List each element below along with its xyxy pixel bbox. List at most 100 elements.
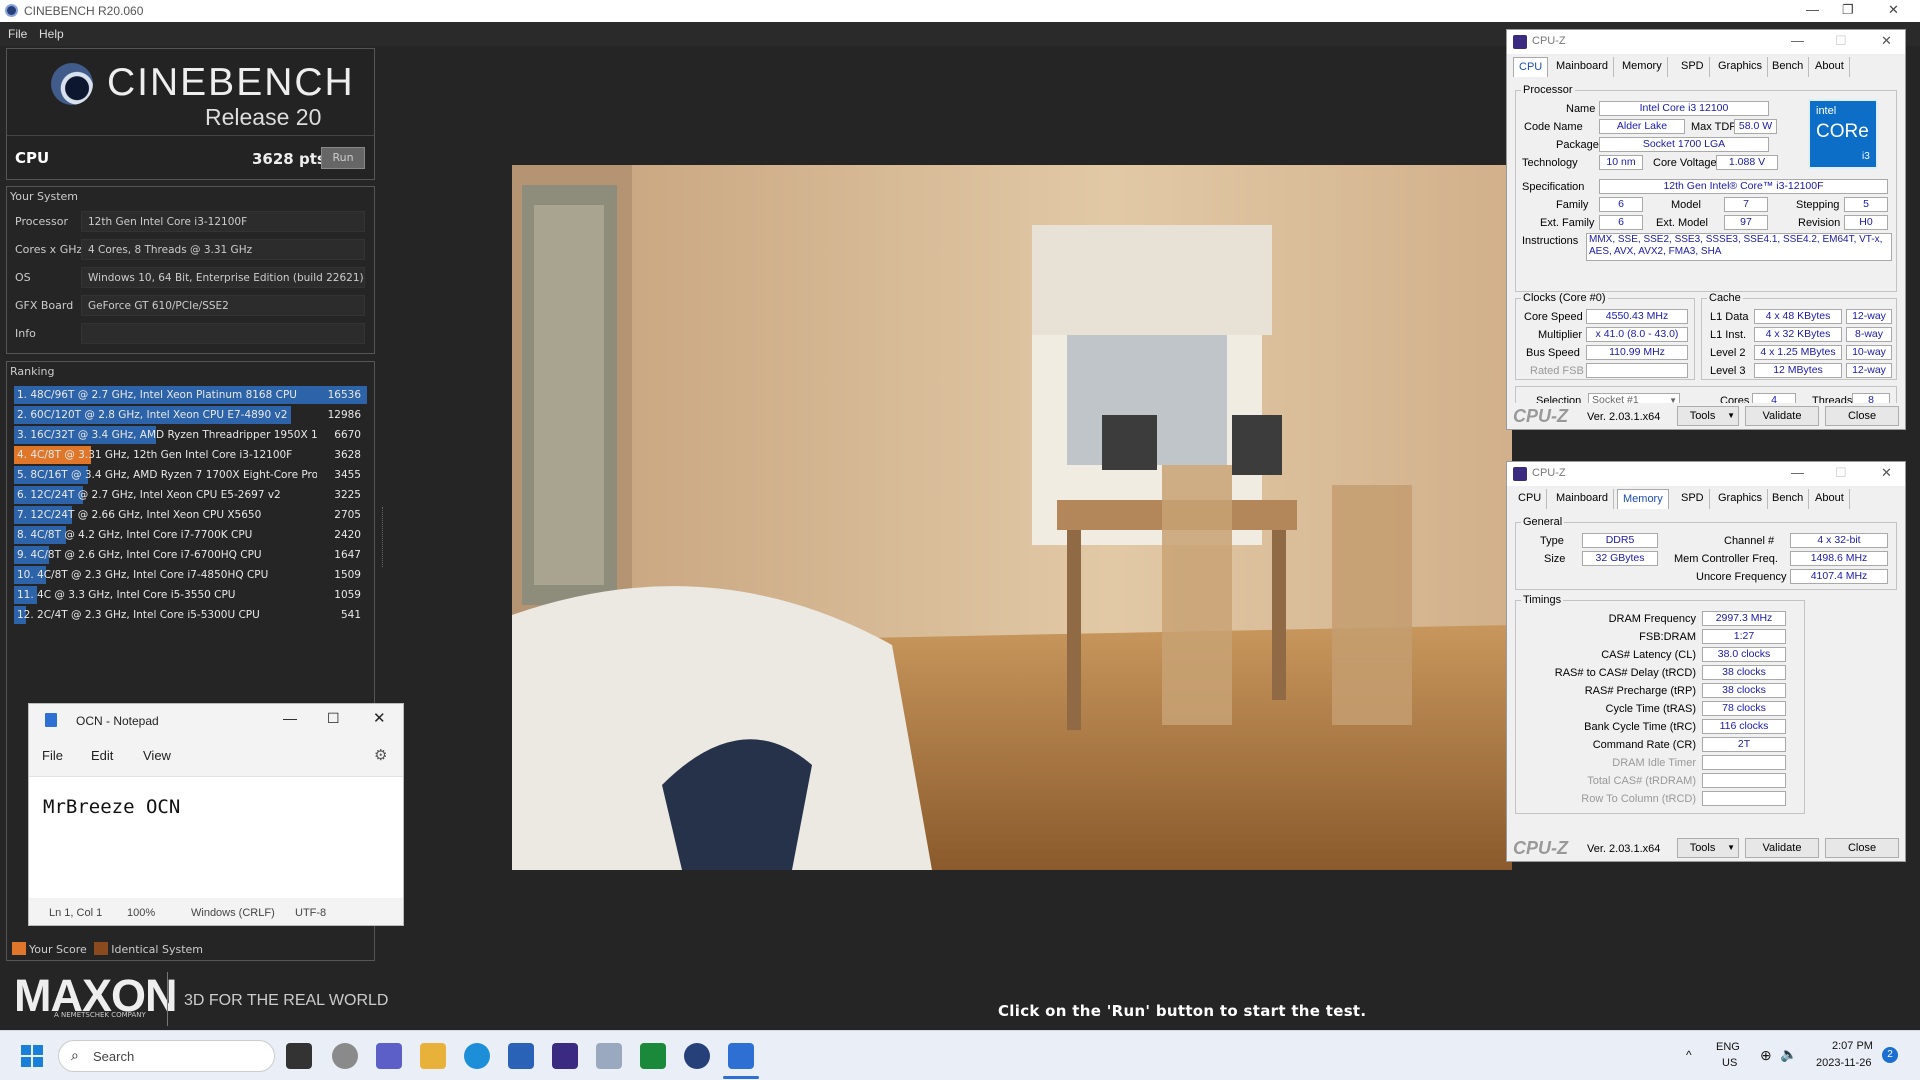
ranking-row[interactable]: 9. 4C/8T @ 2.6 GHz, Intel Core i7-6700HQ…	[14, 546, 367, 564]
timing-value: 2997.3 MHz	[1702, 611, 1786, 626]
tab-spd[interactable]: SPD	[1676, 489, 1710, 509]
cpuz-version: Ver. 2.03.1.x64	[1587, 843, 1661, 855]
teams-icon[interactable]	[376, 1043, 402, 1069]
tab-mainboard[interactable]: Mainboard	[1551, 489, 1614, 509]
tab-graphics[interactable]: Graphics	[1713, 57, 1769, 77]
ranking-row[interactable]: 10. 4C/8T @ 2.3 GHz, Intel Core i7-4850H…	[14, 566, 367, 584]
ranking-row[interactable]: 2. 60C/120T @ 2.8 GHz, Intel Xeon CPU E7…	[14, 406, 367, 424]
tab-memory[interactable]: Memory	[1617, 489, 1669, 509]
minimize-icon[interactable]: —	[1791, 465, 1804, 480]
file-explorer-icon[interactable]	[420, 1043, 446, 1069]
ranking-score: 1647	[334, 549, 361, 561]
maximize-icon: ☐	[1835, 33, 1847, 48]
cursor-position: Ln 1, Col 1	[49, 907, 103, 919]
ranking-label: 7. 12C/24T @ 2.66 GHz, Intel Xeon CPU X5…	[17, 509, 262, 521]
chrome-icon[interactable]	[332, 1043, 358, 1069]
cinebench-taskbar-icon[interactable]	[684, 1043, 710, 1069]
minimize-icon[interactable]: —	[1806, 2, 1819, 17]
maximize-icon[interactable]: ❐	[1842, 2, 1854, 18]
ranking-row[interactable]: 12. 2C/4T @ 2.3 GHz, Intel Core i5-5300U…	[14, 606, 367, 624]
tab-spd[interactable]: SPD	[1676, 57, 1710, 77]
ranking-row[interactable]: 3. 16C/32T @ 3.4 GHz, AMD Ryzen Threadri…	[14, 426, 367, 444]
close-button[interactable]: Close	[1825, 838, 1899, 858]
notepad-menu-view[interactable]: View	[143, 748, 171, 763]
run-button[interactable]: Run	[321, 147, 365, 169]
ranking-row[interactable]: 11. 4C @ 3.3 GHz, Intel Core i5-3550 CPU…	[14, 586, 367, 604]
language-code[interactable]: ENG	[1716, 1041, 1740, 1053]
dropdown-arrow-icon: ▼	[1727, 843, 1735, 852]
l3-way: 12-way	[1846, 363, 1892, 378]
cpuz-taskbar-icon[interactable]	[552, 1043, 578, 1069]
ranking-row[interactable]: 5. 8C/16T @ 3.4 GHz, AMD Ryzen 7 1700X E…	[14, 466, 367, 484]
taskbar-search[interactable]: ⌕ Search	[58, 1040, 275, 1072]
store-icon[interactable]	[508, 1043, 534, 1069]
tab-cpu[interactable]: CPU	[1513, 57, 1549, 77]
ranking-row[interactable]: 1. 48C/96T @ 2.7 GHz, Intel Xeon Platinu…	[14, 386, 367, 404]
tab-about[interactable]: About	[1810, 489, 1850, 509]
model-value: 7	[1724, 197, 1768, 212]
menu-help[interactable]: Help	[39, 27, 64, 41]
validate-button[interactable]: Validate	[1745, 406, 1819, 426]
tools-button[interactable]: Tools ▼	[1677, 406, 1739, 426]
panel-splitter[interactable]	[382, 507, 386, 567]
task-view-icon[interactable]	[286, 1043, 312, 1069]
codename-value: Alder Lake	[1599, 119, 1685, 134]
notepad-menu-edit[interactable]: Edit	[91, 748, 113, 763]
title-bar: CINEBENCH R20.060 — ❐ ✕	[0, 0, 1920, 22]
ranking-row[interactable]: 7. 12C/24T @ 2.66 GHz, Intel Xeon CPU X5…	[14, 506, 367, 524]
maximize-icon[interactable]: ☐	[327, 710, 340, 727]
tab-bench[interactable]: Bench	[1767, 489, 1810, 509]
tab-about[interactable]: About	[1810, 57, 1850, 77]
close-button[interactable]: Close	[1825, 406, 1899, 426]
l1-inst-value: 4 x 32 KBytes	[1754, 327, 1842, 342]
cpu-label: CPU	[15, 149, 50, 167]
timing-label: Total CAS# (tRDRAM)	[1587, 775, 1696, 787]
network-icon[interactable]: ⊕	[1760, 1047, 1772, 1064]
menu-file[interactable]: File	[8, 27, 27, 41]
cpuz-app-icon	[1513, 35, 1527, 49]
cpu-score: 3628 pts	[252, 150, 326, 168]
notepad-menu-file[interactable]: File	[42, 748, 63, 763]
monitor-app-icon[interactable]	[596, 1043, 622, 1069]
close-icon[interactable]: ✕	[1881, 465, 1892, 481]
ranking-score: 2420	[334, 529, 361, 541]
language-region[interactable]: US	[1722, 1057, 1737, 1069]
chevron-up-icon[interactable]: ^	[1686, 1048, 1692, 1062]
superpi-icon[interactable]	[640, 1043, 666, 1069]
clock-time[interactable]: 2:07 PM	[1832, 1040, 1873, 1052]
timings-group-title: Timings	[1521, 594, 1564, 606]
clocks-group: Clocks (Core #0) Core Speed 4550.43 MHz …	[1515, 292, 1695, 380]
close-icon[interactable]: ✕	[1881, 33, 1892, 49]
timing-label: Command Rate (CR)	[1592, 739, 1696, 751]
ranking-row[interactable]: 8. 4C/8T @ 4.2 GHz, Intel Core i7-7700K …	[14, 526, 367, 544]
volume-icon[interactable]: 🔈	[1780, 1046, 1797, 1063]
multiplier-value: x 41.0 (8.0 - 43.0)	[1586, 327, 1688, 342]
clock-date[interactable]: 2023-11-26	[1816, 1057, 1871, 1069]
notepad-editor[interactable]: MrBreeze OCN	[29, 776, 403, 898]
notification-badge[interactable]: 2	[1882, 1047, 1898, 1063]
cinebench-logo-text: CINEBENCH	[107, 61, 355, 104]
tools-button[interactable]: Tools ▼	[1677, 838, 1739, 858]
dropdown-arrow-icon: ▼	[1727, 411, 1735, 420]
package-label: Package	[1556, 139, 1599, 151]
ranking-score: 16536	[327, 389, 361, 401]
tab-bench[interactable]: Bench	[1767, 57, 1810, 77]
tab-mainboard[interactable]: Mainboard	[1551, 57, 1614, 77]
minimize-icon[interactable]: —	[1791, 33, 1804, 48]
close-icon[interactable]: ✕	[1888, 2, 1899, 18]
tab-memory[interactable]: Memory	[1617, 57, 1668, 77]
ranking-row[interactable]: 4. 4C/8T @ 3.31 GHz, 12th Gen Intel Core…	[14, 446, 367, 464]
windows-start-icon[interactable]	[19, 1043, 45, 1069]
settings-gear-icon[interactable]: ⚙	[374, 746, 387, 764]
edge-icon[interactable]	[464, 1043, 490, 1069]
close-icon[interactable]: ✕	[373, 709, 386, 727]
tab-cpu[interactable]: CPU	[1513, 489, 1548, 509]
tab-graphics[interactable]: Graphics	[1713, 489, 1769, 509]
identical-swatch	[94, 942, 109, 955]
minimize-icon[interactable]: —	[283, 710, 297, 726]
maxtdp-label: Max TDP	[1691, 121, 1737, 133]
validate-button[interactable]: Validate	[1745, 838, 1819, 858]
general-group: General Type DDR5 Channel # 4 x 32-bit S…	[1515, 516, 1897, 590]
notepad-taskbar-icon[interactable]	[728, 1043, 754, 1069]
ranking-row[interactable]: 6. 12C/24T @ 2.7 GHz, Intel Xeon CPU E5-…	[14, 486, 367, 504]
